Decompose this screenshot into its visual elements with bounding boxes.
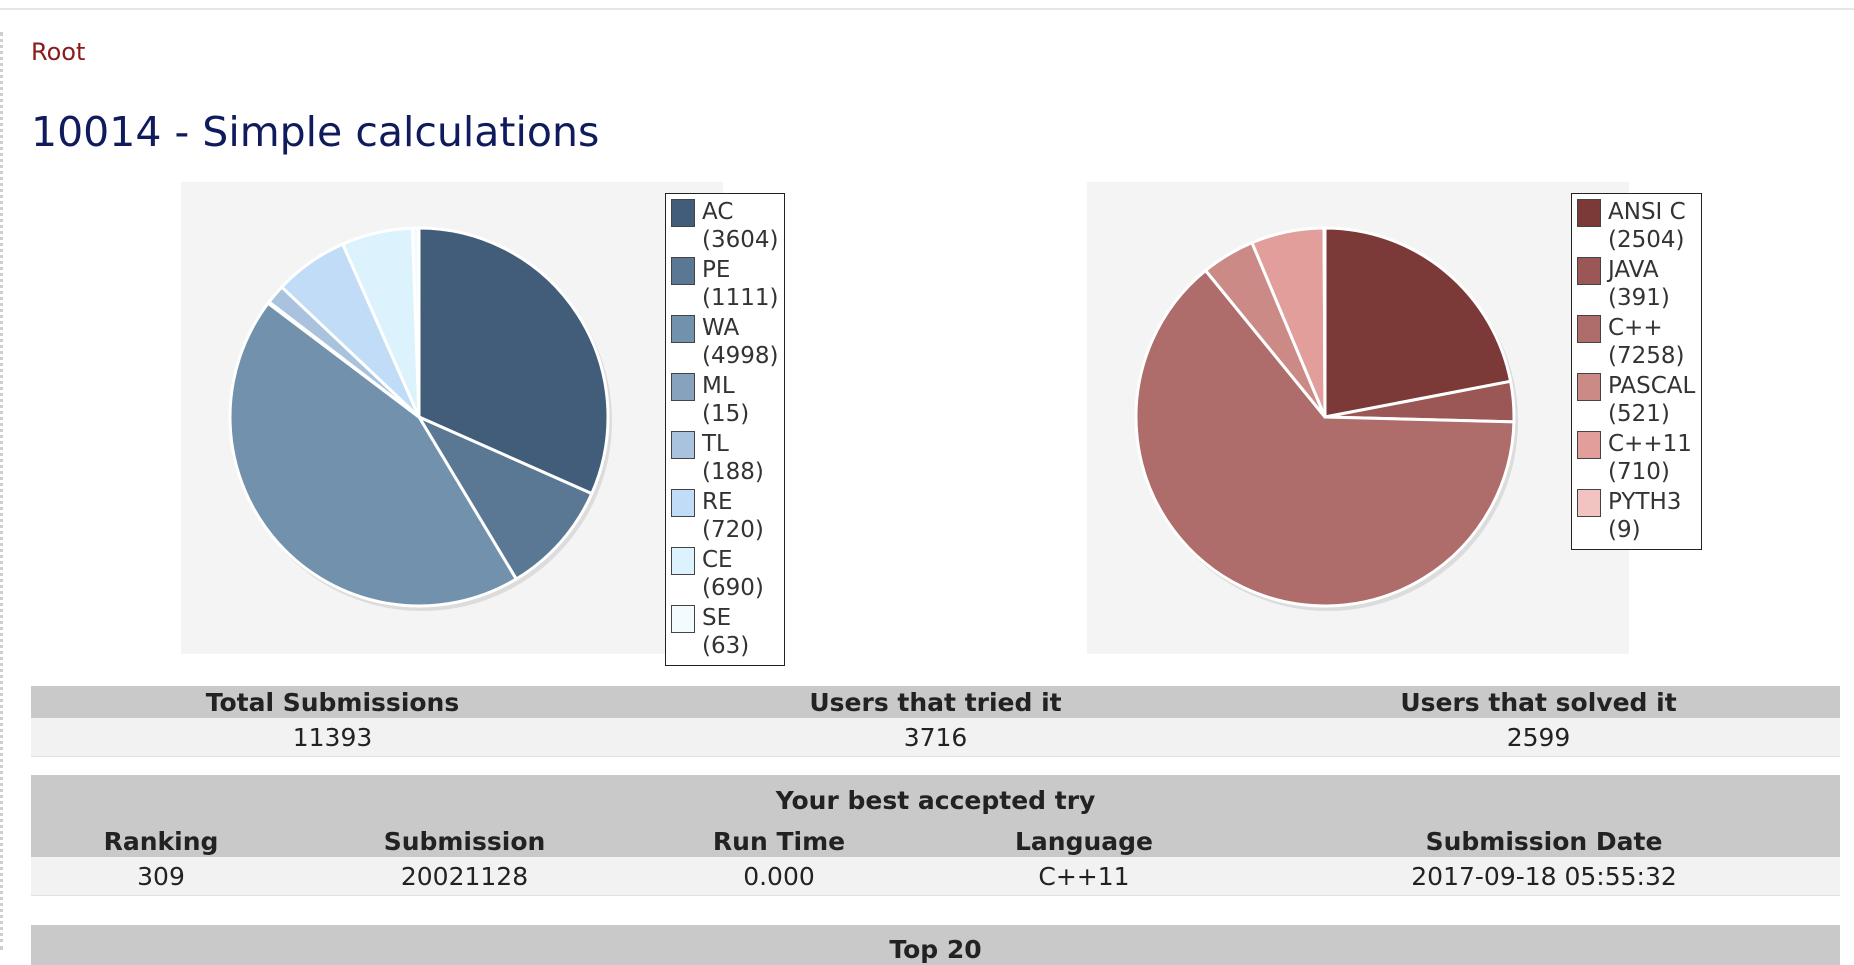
submission-date-header: Submission Date — [1248, 825, 1841, 857]
legend-swatch — [671, 199, 695, 227]
language-header: Language — [920, 825, 1248, 857]
total-submissions-header: Total Submissions — [31, 686, 634, 718]
language-legend: ANSI C (2504) JAVA (391) C++ (7258) PASCAL … — [1571, 193, 1703, 550]
legend-swatch — [671, 547, 695, 575]
language-chart-panel: ANSI C (2504) JAVA (391) C++ (7258) PASCAL … — [1087, 182, 1703, 654]
page-title: 10014 - Simple calculations — [31, 108, 600, 156]
best-accepted-try-table: Your best accepted try Ranking Submissio… — [31, 775, 1841, 896]
stats-value-row: 11393 3716 2599 — [31, 718, 1840, 757]
users-solved-value: 2599 — [1237, 718, 1840, 757]
best-caption-row: Your best accepted try — [31, 775, 1841, 825]
legend-swatch — [1577, 199, 1601, 227]
verdict-pie-chart — [228, 226, 612, 611]
legend-label: WA (4998) — [702, 315, 779, 369]
legend-label: PASCAL (521) — [1608, 373, 1696, 427]
legend-item: C++11 (710) — [1577, 430, 1695, 486]
submission-date-value: 2017-09-18 05:55:32 — [1248, 857, 1841, 896]
pie-slice-pyth3 — [1322, 226, 1327, 419]
legend-label: RE (720) — [702, 489, 764, 543]
legend-swatch — [1577, 373, 1601, 401]
legend-label: AC (3604) — [702, 199, 779, 253]
legend-item: ML (15) — [671, 372, 778, 428]
legend-label: C++ (7258) — [1608, 315, 1685, 369]
legend-swatch — [1577, 257, 1601, 285]
legend-label: TL (188) — [702, 431, 764, 485]
legend-swatch — [671, 373, 695, 401]
legend-label: C++11 (710) — [1608, 431, 1692, 485]
left-dotted-border — [0, 32, 3, 950]
legend-item: CE (690) — [671, 546, 778, 602]
legend-label: SE (63) — [702, 605, 750, 659]
total-submissions-value: 11393 — [31, 718, 634, 757]
run-time-header: Run Time — [638, 825, 920, 857]
legend-item: PASCAL (521) — [1577, 372, 1695, 428]
ranking-header: Ranking — [31, 825, 291, 857]
legend-swatch — [1577, 431, 1601, 459]
legend-swatch — [671, 315, 695, 343]
legend-label: ML (15) — [702, 373, 750, 427]
legend-item: C++ (7258) — [1577, 314, 1695, 370]
legend-swatch — [671, 257, 695, 285]
verdict-chart-panel: AC (3604) PE (1111) WA (4998) ML (15) TL (18… — [181, 182, 786, 666]
legend-swatch — [1577, 315, 1601, 343]
best-value-row: 309 20021128 0.000 C++11 2017-09-18 05:5… — [31, 857, 1841, 896]
run-time-value: 0.000 — [638, 857, 920, 896]
top-border — [0, 8, 1854, 10]
legend-item: ANSI C (2504) — [1577, 198, 1695, 254]
legend-swatch — [671, 605, 695, 633]
legend-label: JAVA (391) — [1608, 257, 1670, 311]
best-header-row: Ranking Submission Run Time Language Sub… — [31, 825, 1841, 857]
legend-label: PYTH3 (9) — [1608, 489, 1682, 543]
legend-item: RE (720) — [671, 488, 778, 544]
legend-swatch — [671, 431, 695, 459]
verdict-legend: AC (3604) PE (1111) WA (4998) ML (15) TL (18… — [665, 193, 786, 666]
legend-swatch — [1577, 489, 1601, 517]
language-value: C++11 — [920, 857, 1248, 896]
legend-label: PE (1111) — [702, 257, 779, 311]
legend-item: PYTH3 (9) — [1577, 488, 1695, 544]
top-20-section-header: Top 20 — [31, 925, 1840, 965]
ranking-value: 309 — [31, 857, 291, 896]
submission-header: Submission — [291, 825, 638, 857]
submission-value[interactable]: 20021128 — [291, 857, 638, 896]
breadcrumb-root-link[interactable]: Root — [31, 38, 85, 66]
legend-label: CE (690) — [702, 547, 764, 601]
submission-stats-table: Total Submissions Users that tried it Us… — [31, 686, 1840, 757]
legend-item: JAVA (391) — [1577, 256, 1695, 312]
legend-item: SE (63) — [671, 604, 778, 660]
legend-item: PE (1111) — [671, 256, 778, 312]
stats-header-row: Total Submissions Users that tried it Us… — [31, 686, 1840, 718]
legend-item: TL (188) — [671, 430, 778, 486]
legend-swatch — [671, 489, 695, 517]
legend-label: ANSI C (2504) — [1608, 199, 1686, 253]
users-tried-value: 3716 — [634, 718, 1237, 757]
legend-item: AC (3604) — [671, 198, 778, 254]
best-accepted-caption: Your best accepted try — [31, 775, 1841, 825]
language-pie-chart — [1134, 226, 1518, 611]
legend-item: WA (4998) — [671, 314, 778, 370]
users-solved-header: Users that solved it — [1237, 686, 1840, 718]
users-tried-header: Users that tried it — [634, 686, 1237, 718]
